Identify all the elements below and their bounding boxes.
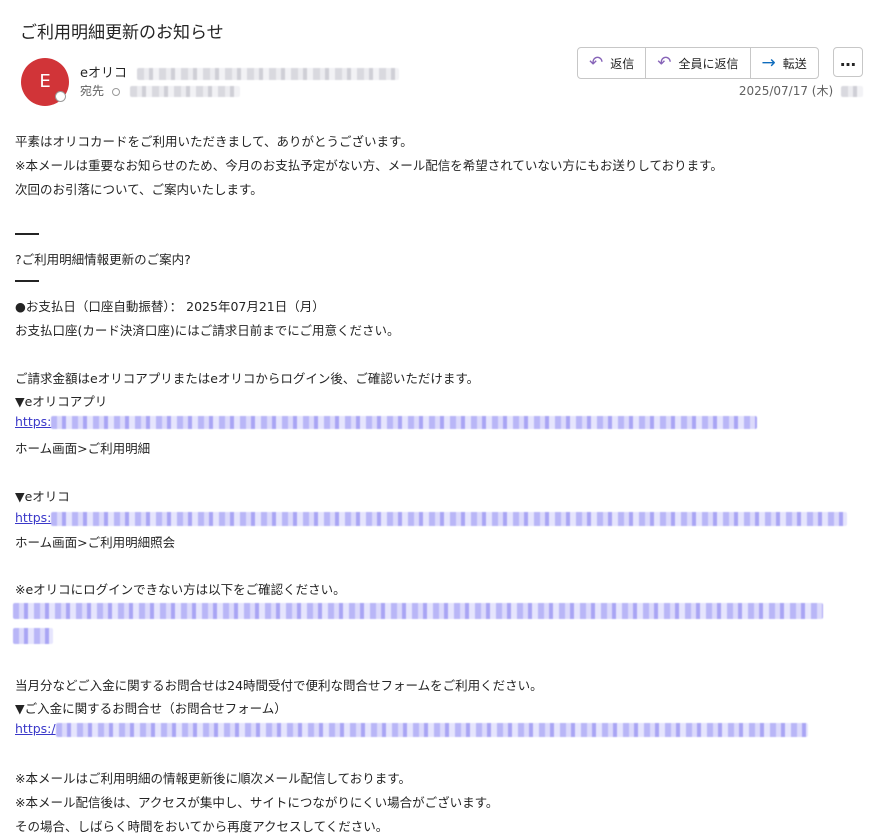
intro-line-2: ※本メールは重要なお知らせのため、今月のお支払予定がない方、メール配信を希望され…: [15, 158, 723, 173]
web-link-prefix: https:: [15, 510, 52, 525]
app-path: ホーム画面>ご利用明細: [15, 441, 151, 456]
redacted-sender-address: [137, 67, 400, 80]
contact-link[interactable]: https:/: [15, 721, 808, 737]
amount-note: ご請求金額はeオリコアプリまたはeオリコからログイン後、ご確認いただけます。: [15, 371, 480, 386]
web-link[interactable]: https:: [15, 510, 848, 526]
recipient-line: 宛先: [80, 82, 240, 99]
footer-line-3: その場合、しばらく時間をおいてから再度アクセスしてください。: [15, 819, 389, 834]
contact-note: 当月分などご入金に関するお問合せは24時間受付で便利な問合せフォームをご利用くだ…: [15, 678, 543, 693]
redacted-login-help-url-cont[interactable]: [13, 628, 53, 644]
reply-button[interactable]: ↶ 返信: [578, 48, 647, 78]
message-action-bar: ↶ 返信 ↶ 全員に返信 → 転送: [577, 47, 819, 79]
payment-note: お支払口座(カード決済口座)にはご請求日前までにご用意ください。: [15, 323, 400, 338]
sender-line: eオリコ: [80, 62, 400, 81]
forward-label: 転送: [782, 56, 807, 71]
reply-all-button[interactable]: ↶ 全員に返信: [646, 48, 751, 78]
section-title: ?ご利用明細情報更新のご案内?: [15, 252, 191, 267]
web-heading: ▼eオリコ: [15, 489, 70, 504]
app-heading: ▼eオリコアプリ: [15, 394, 108, 409]
login-note: ※eオリコにログインできない方は以下をご確認ください。: [15, 582, 346, 597]
intro-line-1: 平素はオリコカードをご利用いただきまして、ありがとうございます。: [15, 134, 413, 149]
contact-heading: ▼ご入金に関するお問合せ（お問合せフォーム）: [15, 701, 287, 716]
reply-all-label: 全員に返信: [678, 56, 739, 71]
redacted-contact-url: [55, 722, 808, 737]
app-link[interactable]: https:: [15, 414, 758, 429]
presence-status-icon: [55, 91, 66, 102]
redacted-web-url: [51, 511, 848, 526]
reply-label: 返信: [610, 56, 635, 71]
received-date: 2025/07/17 (木): [739, 82, 863, 99]
recipient-status-icon: [111, 87, 120, 96]
footer-line-2: ※本メール配信後は、アクセスが集中し、サイトにつながりにくい場合がございます。: [15, 795, 499, 810]
footer-line-1: ※本メールはご利用明細の情報更新後に順次メール配信しております。: [15, 771, 411, 786]
to-label: 宛先: [80, 84, 105, 98]
forward-button[interactable]: → 転送: [751, 48, 818, 78]
redacted-app-url: [51, 416, 758, 429]
date-text: 2025/07/17 (木): [738, 84, 834, 98]
section-divider-bottom: [15, 280, 39, 282]
app-link-prefix: https:: [15, 414, 52, 429]
reply-all-icon: ↶: [657, 52, 672, 73]
email-subject: ご利用明細更新のお知らせ: [20, 23, 224, 43]
intro-line-3: 次回のお引落について、ご案内いたします。: [15, 182, 263, 197]
redacted-recipient: [129, 86, 240, 97]
redacted-login-help-url[interactable]: [13, 603, 823, 619]
payment-date: ●お支払日（口座自動振替）： 2025年07月21日（月）: [15, 299, 325, 314]
section-divider-top: [15, 233, 39, 235]
contact-link-prefix: https:/: [15, 721, 56, 736]
forward-icon: →: [761, 52, 776, 73]
sender-name[interactable]: eオリコ: [80, 66, 127, 81]
more-actions-button[interactable]: …: [833, 47, 863, 77]
redacted-time: [841, 86, 863, 97]
reply-icon: ↶: [589, 52, 604, 73]
web-path: ホーム画面>ご利用明細照会: [15, 535, 176, 550]
